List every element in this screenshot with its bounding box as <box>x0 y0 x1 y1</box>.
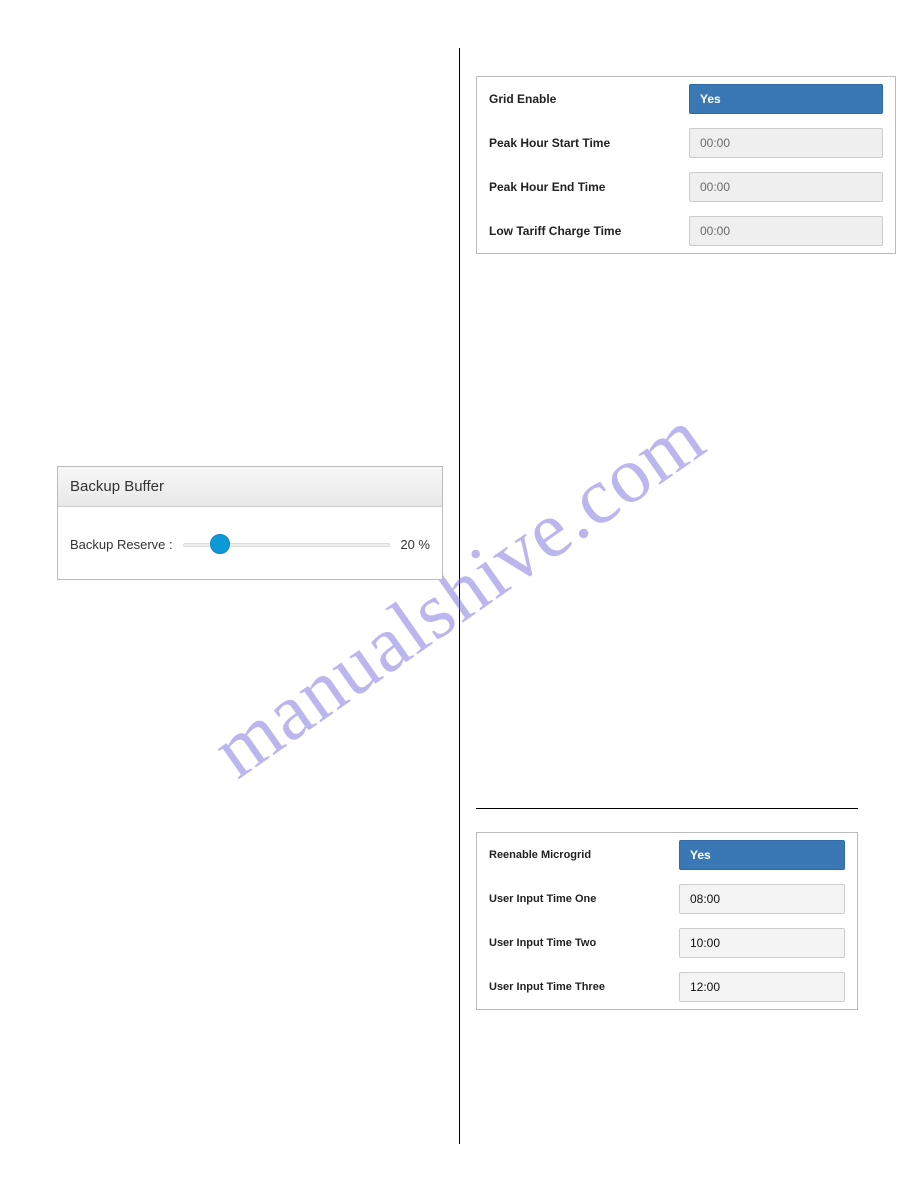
section-divider <box>476 808 858 809</box>
grid-enable-panel: Grid Enable Yes Peak Hour Start Time 00:… <box>476 76 896 254</box>
label-time-two: User Input Time Two <box>489 937 679 949</box>
label-peak-end: Peak Hour End Time <box>489 180 689 194</box>
row-peak-start: Peak Hour Start Time 00:00 <box>477 121 895 165</box>
label-time-one: User Input Time One <box>489 893 679 905</box>
row-time-one: User Input Time One 08:00 <box>477 877 857 921</box>
input-low-tariff[interactable]: 00:00 <box>689 216 883 246</box>
backup-buffer-title: Backup Buffer <box>58 467 442 507</box>
input-time-three[interactable]: 12:00 <box>679 972 845 1002</box>
input-peak-end[interactable]: 00:00 <box>689 172 883 202</box>
vertical-divider <box>459 48 460 1144</box>
row-peak-end: Peak Hour End Time 00:00 <box>477 165 895 209</box>
input-peak-start[interactable]: 00:00 <box>689 128 883 158</box>
backup-reserve-value: 20 % <box>400 537 430 552</box>
label-reenable-microgrid: Reenable Microgrid <box>489 849 679 861</box>
label-grid-enable: Grid Enable <box>489 92 689 106</box>
row-time-two: User Input Time Two 10:00 <box>477 921 857 965</box>
backup-reserve-label: Backup Reserve : <box>70 537 173 552</box>
select-reenable-microgrid[interactable]: Yes <box>679 840 845 870</box>
backup-buffer-panel: Backup Buffer Backup Reserve : 20 % <box>57 466 443 580</box>
row-grid-enable: Grid Enable Yes <box>477 77 895 121</box>
slider-thumb[interactable] <box>210 534 230 554</box>
label-low-tariff: Low Tariff Charge Time <box>489 224 689 238</box>
input-time-one[interactable]: 08:00 <box>679 884 845 914</box>
select-grid-enable[interactable]: Yes <box>689 84 883 114</box>
label-peak-start: Peak Hour Start Time <box>489 136 689 150</box>
row-reenable-microgrid: Reenable Microgrid Yes <box>477 833 857 877</box>
input-time-two[interactable]: 10:00 <box>679 928 845 958</box>
microgrid-panel: Reenable Microgrid Yes User Input Time O… <box>476 832 858 1010</box>
row-low-tariff: Low Tariff Charge Time 00:00 <box>477 209 895 253</box>
label-time-three: User Input Time Three <box>489 981 679 993</box>
backup-reserve-slider[interactable] <box>183 534 391 554</box>
row-time-three: User Input Time Three 12:00 <box>477 965 857 1009</box>
